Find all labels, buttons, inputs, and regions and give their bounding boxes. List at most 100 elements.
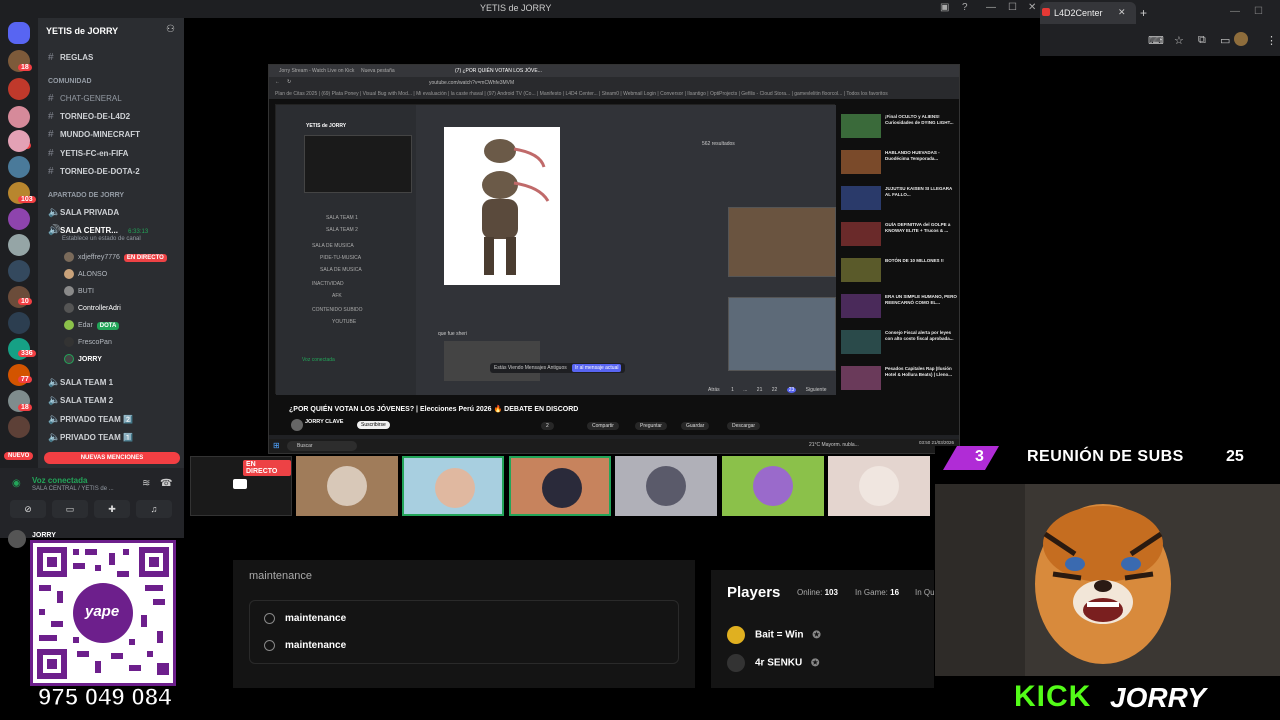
server-icon[interactable]: [8, 312, 30, 334]
channel-mundo-minecraft[interactable]: # MUNDO-MINECRAFT: [48, 129, 140, 140]
voice-connected-label[interactable]: Voz conectada: [32, 476, 87, 485]
channel-sala-central[interactable]: 🔊SALA CENTR... 6:33:13: [48, 225, 148, 236]
server-icon[interactable]: [8, 260, 30, 282]
server-icon[interactable]: [8, 234, 30, 256]
bookmarks-bar[interactable]: Plan de Citas 2025 | (69) Plata Poney | …: [269, 89, 959, 99]
noise-icon[interactable]: ≋: [142, 478, 150, 489]
channel-torneo-l4d2[interactable]: # TORNEO-DE-L4D2: [48, 111, 130, 122]
like-button[interactable]: 2: [541, 422, 554, 430]
radio-option[interactable]: maintenance: [264, 640, 346, 651]
voice-user[interactable]: JORRY: [64, 354, 102, 364]
video-item[interactable]: ¡Final OCULTO y ALIENS! Curiosidades de …: [841, 114, 957, 148]
video-item[interactable]: HABLANDO HUEVADAS - Duodécima Temporada.…: [841, 150, 957, 184]
new-mentions-button[interactable]: NUEVAS MENCIONES: [44, 452, 180, 464]
server-icon[interactable]: [8, 106, 30, 128]
server-icon[interactable]: [8, 130, 30, 152]
server-icon[interactable]: [8, 208, 30, 230]
player-row[interactable]: 4r SENKU ✪: [727, 654, 819, 672]
channel-chat-general[interactable]: # CHAT-GENERAL: [48, 93, 122, 104]
discord-home-icon[interactable]: [8, 22, 30, 44]
jump-to-present-button[interactable]: Ir al mensaje actual: [572, 364, 622, 372]
server-icon[interactable]: [8, 78, 30, 100]
maximize-icon[interactable]: ☐: [1254, 6, 1263, 17]
server-icon[interactable]: [8, 416, 30, 438]
prev-page-button[interactable]: Atrás: [708, 387, 720, 393]
video-item[interactable]: Consejo Fiscal alerta por leyes con alto…: [841, 330, 957, 364]
new-badge[interactable]: NUEVO: [4, 452, 34, 460]
current-page[interactable]: 23: [786, 387, 797, 393]
voice-user[interactable]: xdjeffrey7776 EN DIRECTO: [64, 252, 167, 262]
search-result-image[interactable]: [728, 207, 836, 277]
taskbar-search[interactable]: Buscar: [287, 441, 357, 451]
screen-share-button[interactable]: ▭: [52, 500, 88, 518]
download-button[interactable]: Descargar: [727, 422, 761, 430]
server-icon[interactable]: [8, 156, 30, 178]
participant-tile[interactable]: [402, 456, 504, 516]
minimize-icon[interactable]: —: [1230, 6, 1240, 17]
activities-button[interactable]: ✚: [94, 500, 130, 518]
radio-circle[interactable]: [264, 640, 275, 651]
guild-name[interactable]: YETIS de JORRY: [46, 26, 118, 36]
voice-channel-label[interactable]: SALA CENTRAL / YETIS de ...: [32, 486, 114, 492]
menu-icon[interactable]: ⋮: [1266, 34, 1277, 47]
disconnect-icon[interactable]: ☎: [160, 478, 172, 489]
maximize-button[interactable]: ☐: [1008, 2, 1017, 13]
page-button[interactable]: 21: [757, 387, 763, 393]
voice-user[interactable]: ALONSO: [64, 269, 107, 279]
save-button[interactable]: Guardar: [681, 422, 710, 430]
subscribe-button[interactable]: Suscribirse: [357, 421, 390, 429]
video-item[interactable]: Pesados Capitales Rap (Ilusión Hotel & H…: [841, 366, 957, 400]
participant-tile[interactable]: [615, 456, 717, 516]
channel-name[interactable]: JORRY CLAVE: [305, 419, 343, 425]
search-result-image[interactable]: [728, 297, 836, 371]
channel-avatar[interactable]: [291, 419, 303, 431]
category-comunidad[interactable]: COMUNIDAD: [48, 78, 92, 85]
address-bar[interactable]: ← ↻ youtube.com/watch?v=mCWhfe3MVM: [269, 77, 959, 89]
participant-tile[interactable]: [509, 456, 611, 516]
clock[interactable]: 03:50 21/03/2026: [919, 440, 954, 445]
next-page-button[interactable]: Siguiente: [806, 387, 827, 393]
browser-tab[interactable]: Nueva pestaña: [361, 68, 395, 74]
voice-user[interactable]: FrescoPan: [64, 337, 112, 347]
voice-user[interactable]: BUTI: [64, 286, 94, 296]
channel-status[interactable]: Establece un estado de canal: [62, 236, 141, 242]
browser-tab[interactable]: L4D2Center ✕: [1040, 2, 1136, 24]
camera-off-button[interactable]: ⊘: [10, 500, 46, 518]
channel-torneo-dota[interactable]: # TORNEO-DE-DOTA-2: [48, 166, 140, 177]
windows-start-icon[interactable]: ⊞: [273, 441, 280, 450]
browser-tab[interactable]: Jorry Stream - Watch Live on Kick: [279, 68, 354, 74]
video-item[interactable]: BOTÓN DE 10 MILLONES !!: [841, 258, 957, 292]
live-stream-tile[interactable]: EN DIRECTO: [190, 456, 292, 516]
close-button[interactable]: ✕: [1028, 2, 1036, 13]
channel-privado-team-1[interactable]: 🔈PRIVADO TEAM 1️⃣: [48, 432, 133, 443]
video-item[interactable]: JUJUTSU KAISEN SI LLEGARA AL FALLO...: [841, 186, 957, 220]
browser-tab[interactable]: (7) ¿POR QUIÉN VOTAN LOS JÓVE...: [455, 68, 542, 74]
ask-button[interactable]: Preguntar: [635, 422, 667, 430]
share-button[interactable]: Compartir: [587, 422, 619, 430]
star-icon[interactable]: ☆: [1174, 34, 1184, 47]
weather-widget[interactable]: 21°C Mayorm. nubla...: [809, 442, 859, 448]
minimize-button[interactable]: —: [986, 2, 996, 13]
back-icon[interactable]: ←: [275, 79, 280, 85]
voice-user[interactable]: ControllerAdri: [64, 303, 121, 313]
channel-yetis-fc[interactable]: # YETIS-FC-en-FIFA: [48, 148, 128, 159]
player-row[interactable]: Bait = Win ✪: [727, 626, 821, 644]
participant-tile[interactable]: [722, 456, 824, 516]
soundboard-button[interactable]: ♫: [136, 500, 172, 518]
radio-circle[interactable]: [264, 613, 275, 624]
participant-tile[interactable]: [296, 456, 398, 516]
extensions-icon[interactable]: ⧉: [1198, 34, 1206, 47]
participant-tile[interactable]: [828, 456, 930, 516]
channel-sala-team-1[interactable]: 🔈SALA TEAM 1: [48, 377, 113, 388]
page-button[interactable]: 1: [731, 387, 734, 393]
close-tab-icon[interactable]: ✕: [1118, 7, 1126, 18]
profile-icon[interactable]: [1234, 32, 1248, 46]
channel-sala-team-2[interactable]: 🔈SALA TEAM 2: [48, 395, 113, 406]
channel-reglas[interactable]: # REGLAS: [48, 52, 93, 63]
voice-user[interactable]: Edar DOTA: [64, 320, 120, 330]
stream-preview[interactable]: [304, 135, 412, 193]
channel-privado-team-2[interactable]: 🔈PRIVADO TEAM 2️⃣: [48, 414, 133, 425]
user-avatar[interactable]: [8, 530, 26, 548]
category-apartado[interactable]: APARTADO DE JORRY: [48, 192, 124, 199]
radio-option[interactable]: maintenance: [264, 613, 346, 624]
